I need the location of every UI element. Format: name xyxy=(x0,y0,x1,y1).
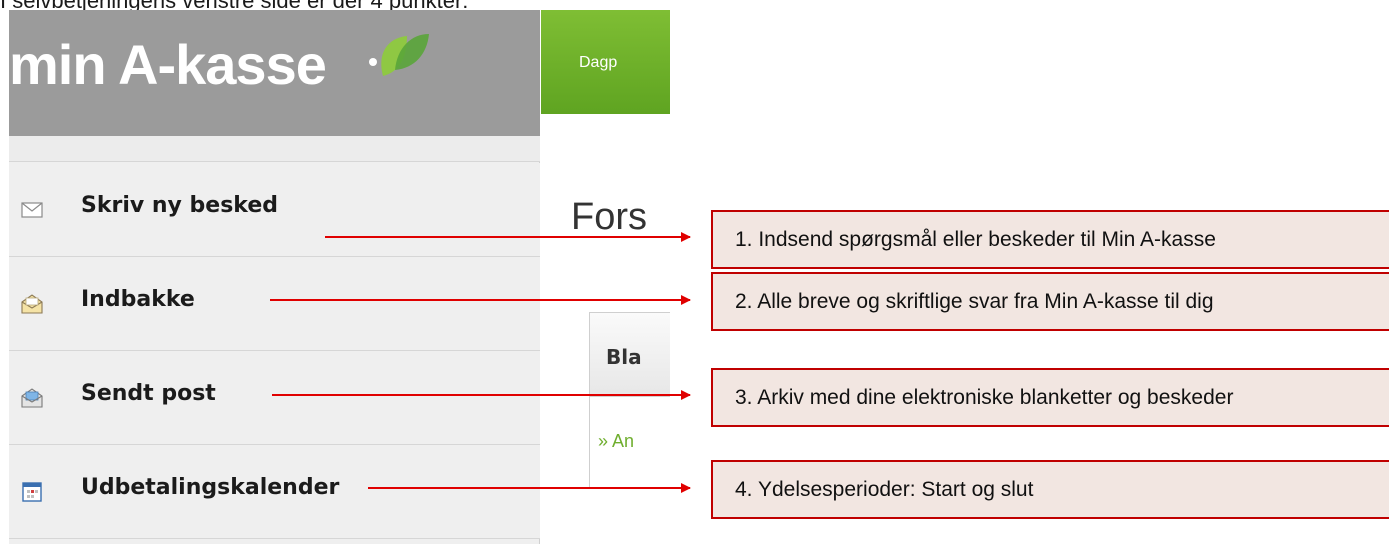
logo-bar: min A-kasse xyxy=(9,10,540,136)
sidebar-item-label: Skriv ny besked xyxy=(81,193,279,218)
page-title: Fors xyxy=(571,196,647,238)
calendar-icon xyxy=(22,482,42,502)
inbox-icon xyxy=(21,294,43,314)
sidebar-item-indbakke[interactable]: Indbakke xyxy=(9,257,540,351)
sidebar-item-skriv-ny-besked[interactable]: Skriv ny besked xyxy=(9,163,540,257)
sidebar-item-label: Udbetalingskalender xyxy=(81,475,340,500)
panel-link[interactable]: » An xyxy=(598,431,634,452)
top-nav: Dagp xyxy=(541,10,670,114)
annotation-callout-3: 3. Arkiv med dine elektroniske blankette… xyxy=(711,368,1389,427)
annotation-callout-1: 1. Indsend spørgsmål eller beskeder til … xyxy=(711,210,1389,269)
top-nav-tab[interactable]: Dagp xyxy=(579,54,617,72)
panel-header: Bla xyxy=(590,313,670,397)
sidebar: min A-kasse Skriv ny besked Indbakke Sen… xyxy=(9,10,540,544)
main-content: Fors Bla » An xyxy=(541,114,670,544)
sidebar-item-udbetalingskalender[interactable]: Udbetalingskalender xyxy=(9,445,540,539)
sidebar-separator xyxy=(9,136,540,162)
leaf-icon xyxy=(381,34,429,76)
sidebar-item-sendt-post[interactable]: Sendt post xyxy=(9,351,540,445)
forms-panel: Bla » An xyxy=(589,312,670,488)
screenshot-area: min A-kasse Skriv ny besked Indbakke Sen… xyxy=(9,10,670,544)
sidebar-item-label: Sendt post xyxy=(81,381,216,406)
envelope-icon xyxy=(21,202,43,218)
sidebar-item-label: Indbakke xyxy=(81,287,195,312)
logo[interactable]: min A-kasse xyxy=(9,32,327,97)
annotation-callout-2: 2. Alle breve og skriftlige svar fra Min… xyxy=(711,272,1389,331)
annotation-callout-4: 4. Ydelsesperioder: Start og slut xyxy=(711,460,1389,519)
sent-mail-icon xyxy=(21,388,43,408)
panel-header-label: Bla xyxy=(606,345,642,369)
